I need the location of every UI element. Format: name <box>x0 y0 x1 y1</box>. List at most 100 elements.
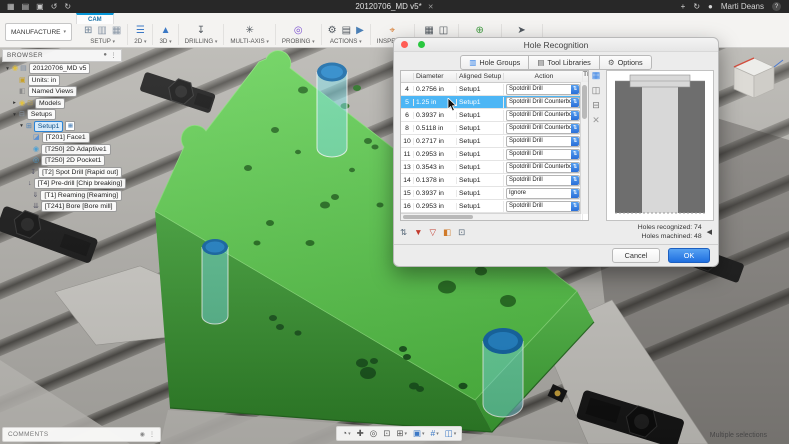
browser-item-units-in[interactable]: ▣Units: in <box>2 75 122 87</box>
multi-axis-icon[interactable]: ✳ <box>245 26 253 36</box>
action-stepper-icon[interactable]: ⇅ <box>571 163 579 172</box>
fit-icon[interactable]: ⊡ <box>383 429 390 438</box>
sort-holes-icon[interactable]: ⇅ <box>400 227 407 238</box>
user-name[interactable]: Marti Deans <box>721 2 764 11</box>
toolbar-group-2d[interactable]: ☰2D ▾ <box>128 24 153 45</box>
toolpath-2d-icon[interactable]: ☰ <box>136 26 145 36</box>
browser-item-20120706-md-v5[interactable]: ▾◉▤20120706_MD v5 <box>2 63 122 75</box>
tab-hole-groups[interactable]: ▥Hole Groups <box>460 55 529 70</box>
stock-setup-icon[interactable]: ▥ <box>97 26 106 36</box>
caret-down-icon[interactable]: ▾ <box>19 123 24 129</box>
action-select[interactable]: Spotdrill Drill⇅ <box>506 201 580 212</box>
comments-count-icon[interactable]: ◉ <box>140 431 145 438</box>
hole-group-row-11[interactable]: 110.2953 inSetup1Spotdrill Drill⇅ <box>401 148 588 161</box>
browser-item-models[interactable]: ▸◉⊟Models <box>2 98 122 110</box>
browser-item-t250-2d-adaptive1[interactable]: ◉[T250] 2D Adaptive1 <box>2 144 122 156</box>
hole-group-row-13[interactable]: 130.3543 inSetup1Spotdrill Drill Counter… <box>401 161 588 174</box>
notification-bell-icon[interactable]: ● <box>708 2 713 11</box>
hole-cylinder-right[interactable] <box>483 328 523 417</box>
action-select[interactable]: Spotdrill Drill⇅ <box>506 175 580 186</box>
action-stepper-icon[interactable]: ⇅ <box>571 189 579 198</box>
action-stepper-icon[interactable]: ⇅ <box>571 150 579 159</box>
toolbar-group-setup[interactable]: ⊞▥▦SETUP ▾ <box>78 24 128 45</box>
close-document-icon[interactable]: ✕ <box>428 3 434 11</box>
column-header-Th[interactable]: Th <box>582 71 589 82</box>
holes-list-icon[interactable]: ▦ <box>592 70 601 81</box>
help-icon[interactable]: ? <box>772 2 781 11</box>
toolbar-group-drilling[interactable]: ↧ DRILLING ▾ <box>179 24 225 45</box>
caret-right-icon[interactable]: ▸ <box>12 100 17 106</box>
browser-header[interactable]: BROWSER ● ⋮ <box>2 49 122 62</box>
browser-item-label[interactable]: 20120706_MD v5 <box>29 63 91 74</box>
toolbar-group-label[interactable]: DRILLING ▾ <box>185 38 218 45</box>
toolbar-group-actions[interactable]: ⚙▤▶ACTIONS ▾ <box>322 24 371 45</box>
pan-icon[interactable]: ✚ <box>357 429 364 438</box>
simulate-icon[interactable]: ▶ <box>356 26 364 36</box>
setup-sheet-icon[interactable]: ▤ <box>342 26 351 36</box>
select-icon[interactable]: ➤ <box>517 26 525 36</box>
browser-more-icon[interactable]: ⋮ <box>111 52 118 59</box>
browser-item-label[interactable]: [T4] Pre-drill [Chip breaking] <box>34 178 127 189</box>
toolbar-group-label[interactable]: PROBING ▾ <box>282 38 315 45</box>
detach-icon[interactable]: ✕ <box>592 115 600 126</box>
ok-button[interactable]: OK <box>668 248 710 263</box>
tab-options[interactable]: ⚙Options <box>600 55 652 70</box>
toolbar-group-3d[interactable]: ▲ 3D ▾ <box>153 24 178 45</box>
column-header-Action[interactable]: Action <box>503 73 582 80</box>
action-stepper-icon[interactable]: ⇅ <box>571 124 579 133</box>
toolbar-group-label[interactable]: 3D ▾ <box>159 38 171 45</box>
inspect-icon[interactable]: ⌖ <box>389 26 395 36</box>
column-header-Aligned Setup[interactable]: Aligned Setup <box>456 73 503 80</box>
browser-item-label[interactable]: Models <box>35 98 65 109</box>
undo-icon[interactable]: ↺ <box>51 3 58 11</box>
tab-tool-libraries[interactable]: ▤Tool Libraries <box>529 55 600 70</box>
viewports-icon[interactable]: ◫▾ <box>445 429 457 438</box>
drilling-icon[interactable]: ↧ <box>197 26 205 36</box>
redo-icon[interactable]: ↻ <box>64 3 71 11</box>
hole-cylinder-top[interactable] <box>317 63 347 158</box>
collapse-stats-icon[interactable]: ◀ <box>707 228 712 236</box>
action-select[interactable]: Spotdrill Drill Counterbore⇅ <box>506 97 580 108</box>
document-tab-cam[interactable]: CAM <box>76 13 114 24</box>
comments-bar[interactable]: COMMENTS ◉ ⋮ <box>2 427 161 442</box>
action-select[interactable]: Spotdrill Drill Counterbore⇅ <box>506 162 580 173</box>
browser-item-label[interactable]: Setups <box>27 109 56 120</box>
browser-item-label[interactable]: [T250] 2D Pocket1 <box>41 155 105 166</box>
action-select[interactable]: Spotdrill Drill⇅ <box>506 84 580 95</box>
browser-item-setup1[interactable]: ▾⊞Setup1▦ <box>2 121 122 133</box>
hole-group-row-15[interactable]: 150.3937 inSetup1Ignore⇅ <box>401 187 588 200</box>
action-select[interactable]: Spotdrill Drill⇅ <box>506 149 580 160</box>
browser-item-label[interactable]: Named Views <box>28 86 78 97</box>
hole-group-row-8[interactable]: 80.5118 inSetup1Spotdrill Drill Counterb… <box>401 122 588 135</box>
action-stepper-icon[interactable]: ⇅ <box>571 202 579 211</box>
comments-expand-icon[interactable]: ⋮ <box>149 431 155 438</box>
browser-item-label[interactable]: [T1] Reaming [Reaming] <box>40 190 122 201</box>
browser-item-t201-face1[interactable]: ◪[T201] Face1 <box>2 132 122 144</box>
browser-item-label[interactable]: [T250] 2D Adaptive1 <box>41 144 111 155</box>
vertical-scrollbar[interactable] <box>580 82 588 214</box>
caret-down-icon[interactable]: ▾ <box>5 66 10 72</box>
browser-item-t241-bore-bore-mill[interactable]: ⇊[T241] Bore [Bore mill] <box>2 201 122 213</box>
tool-library-icon[interactable]: ▦ <box>424 26 433 36</box>
hole-group-row-16[interactable]: 160.2953 inSetup1Spotdrill Drill⇅ <box>401 200 588 213</box>
hole-group-row-5[interactable]: 51.25 inSetup1Spotdrill Drill Counterbor… <box>401 96 588 109</box>
action-select[interactable]: Spotdrill Drill Counterbore⇅ <box>506 110 580 121</box>
browser-item-label[interactable]: [T201] Face1 <box>42 132 90 143</box>
action-stepper-icon[interactable]: ⇅ <box>571 98 579 107</box>
zoom-icon[interactable]: ◎ <box>370 429 377 438</box>
file-menu-icon[interactable]: ▤ <box>22 3 30 11</box>
cam-pattern-icon[interactable]: ▦ <box>112 26 121 36</box>
filter-machined-icon[interactable]: ▽ <box>430 227 437 238</box>
preview-pane-icon[interactable]: ◫ <box>592 85 601 96</box>
browser-item-setups[interactable]: ▾⊟Setups <box>2 109 122 121</box>
browser-item-label[interactable]: [T2] Spot Drill [Rapid out] <box>38 167 122 178</box>
hole-group-row-6[interactable]: 60.3937 inSetup1Spotdrill Drill Counterb… <box>401 109 588 122</box>
app-grid-icon[interactable]: ▦ <box>7 3 15 11</box>
preview-fit-icon[interactable]: ⊡ <box>458 227 465 238</box>
add-ins-icon[interactable]: ⊕ <box>475 26 483 36</box>
action-select[interactable]: Ignore⇅ <box>506 188 580 199</box>
toolpath-3d-icon[interactable]: ▲ <box>161 26 171 36</box>
cancel-button[interactable]: Cancel <box>612 248 660 263</box>
hole-cylinder-left[interactable] <box>202 239 228 324</box>
toolbar-group-label[interactable]: MULTI-AXIS ▾ <box>230 38 269 45</box>
